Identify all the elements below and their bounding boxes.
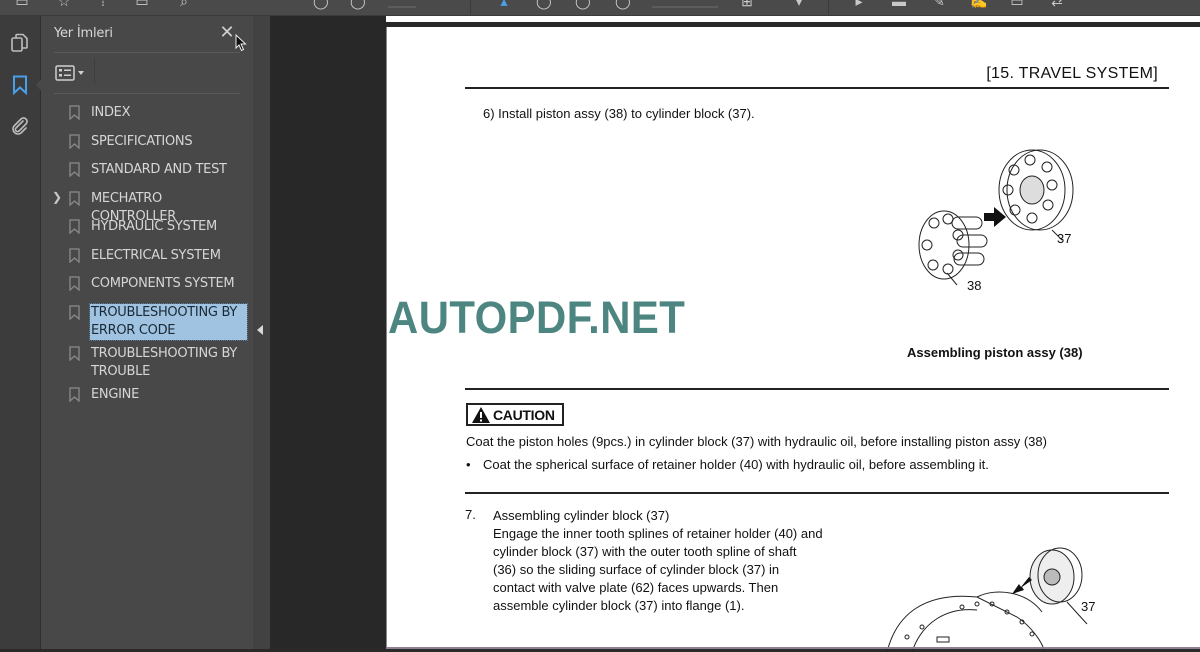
figure-label-37: 37 [1081,599,1096,614]
bookmark-label: HYDRAULIC SYSTEM [91,219,217,234]
bookmark-icon [69,105,80,120]
toolbar-divider [94,58,95,84]
panel-divider [54,52,240,53]
flange-drawing [886,591,1046,652]
figure-caption: Assembling piston assy (38) [907,345,1083,360]
comment-icon[interactable]: ▸ [852,0,866,8]
figure-label-38: 38 [967,278,982,293]
bookmark-label: ENGINE [91,387,139,402]
section-rule [465,492,1169,494]
star-icon[interactable]: ☆ [57,0,71,8]
highlight-icon[interactable]: ▬ [892,0,906,8]
caution-label: CAUTION [493,406,555,423]
step-7-number: 7. [465,507,476,522]
warning-icon [472,406,490,423]
sign-icon[interactable]: ✍ [970,0,987,8]
step-7-text: Assembling cylinder block (37) Engage th… [493,507,823,615]
bookmark-icon [69,134,80,149]
bookmark-icon [69,387,80,402]
bookmark-icon [69,219,80,234]
upload-icon[interactable]: ⇡ [96,0,110,8]
bookmark-icon [69,248,80,263]
chevron-down-icon [78,71,84,75]
search-icon[interactable]: ⌕ [177,0,191,8]
panel-divider [54,93,240,94]
fit-width-icon[interactable]: ⊞ [740,0,754,8]
caution-text-2: Coat the spherical surface of retainer h… [483,457,989,472]
bookmark-label: TROUBLESHOOTING BY ERROR CODE [89,303,248,341]
hand-icon[interactable]: ◯ [575,0,591,8]
figure-label-37: 37 [1057,231,1072,246]
bookmark-label: STANDARD AND TEST [91,162,227,177]
arrow-icon [1012,577,1032,594]
bookmark-label: ELECTRICAL SYSTEM [91,248,221,263]
panel-title: Yer İmleri [54,26,113,41]
toolbar-divider [828,0,829,14]
cylinder-block-drawing [998,149,1074,231]
close-icon[interactable]: ✕ [219,23,235,41]
list-options-icon [55,65,75,81]
caution-badge: CAUTION [466,403,564,426]
bookmark-icon [69,305,80,320]
stamp-icon[interactable]: ▭ [1010,0,1024,8]
zoom-out-icon[interactable]: ◯ [313,0,329,8]
left-rail [0,16,41,649]
draw-icon[interactable]: ✎ [932,0,946,8]
mouse-cursor-icon [235,34,247,52]
section-rule [465,388,1169,390]
print-icon[interactable]: ▭ [135,0,149,8]
top-toolbar: ▭ ☆ ⇡ ▭ ⌕ ◯ ◯ ▴ ◯ ◯ ◯ ⊞ ▾ ▸ ▬ ✎ ✍ ▭ ⇄ [0,0,1200,16]
bookmark-icon [69,162,80,177]
step-6-text: 6) Install piston assy (38) to cylinder … [483,106,755,121]
attachment-icon[interactable] [9,115,31,137]
previous-page-edge [386,16,1200,22]
chevron-right-icon[interactable]: ❯ [52,190,62,204]
dropdown-icon[interactable]: ▾ [792,0,806,8]
piston-assy-drawing [918,210,988,280]
bookmark-label: TROUBLESHOOTING BY TROUBLE [91,346,238,379]
bookmark-label: INDEX [91,105,131,120]
section-header: [15. TRAVEL SYSTEM] [986,65,1158,82]
cursor-icon[interactable]: ▴ [497,0,511,8]
caution-bullet: • [466,457,471,472]
zoom-field[interactable] [652,6,718,8]
pages-icon[interactable] [9,32,31,54]
arrow-icon [984,207,1006,227]
fit-icon[interactable]: ◯ [615,0,631,8]
caution-text-1: Coat the piston holes (9pcs.) in cylinde… [466,434,1047,449]
document-page: [15. TRAVEL SYSTEM] 6) Install piston as… [386,27,1200,652]
list-options-button[interactable] [55,64,87,82]
piston-assy-figure [918,149,1074,286]
bookmark-icon [69,346,80,361]
collapse-panel-icon[interactable] [257,325,263,335]
bookmark-label: SPECIFICATIONS [91,134,193,149]
step-7-body: Engage the inner tooth splines of retain… [493,526,823,613]
bookmarks-panel: Yer İmleri ✕ INDEX SPECIFICATIONS STANDA… [41,16,253,649]
share-icon[interactable]: ⇄ [1050,0,1064,8]
bookmark-icon [69,276,80,291]
page-field[interactable] [388,6,416,8]
bookmark-label: COMPONENTS SYSTEM [91,276,235,291]
toolbar-icon[interactable]: ▭ [15,0,29,8]
cylinder-block-assembly-figure [886,547,1088,652]
cylinder-block-drawing [1029,547,1083,605]
header-rule [465,87,1169,89]
toolbar-divider [470,0,471,14]
watermark: AUTOPDF.NET [388,292,686,343]
zoom-in-icon[interactable]: ◯ [350,0,366,8]
bookmark-icon[interactable] [9,74,31,96]
step-7-title: Assembling cylinder block (37) [493,508,670,523]
select-icon[interactable]: ◯ [536,0,552,8]
bookmark-icon [69,191,80,206]
